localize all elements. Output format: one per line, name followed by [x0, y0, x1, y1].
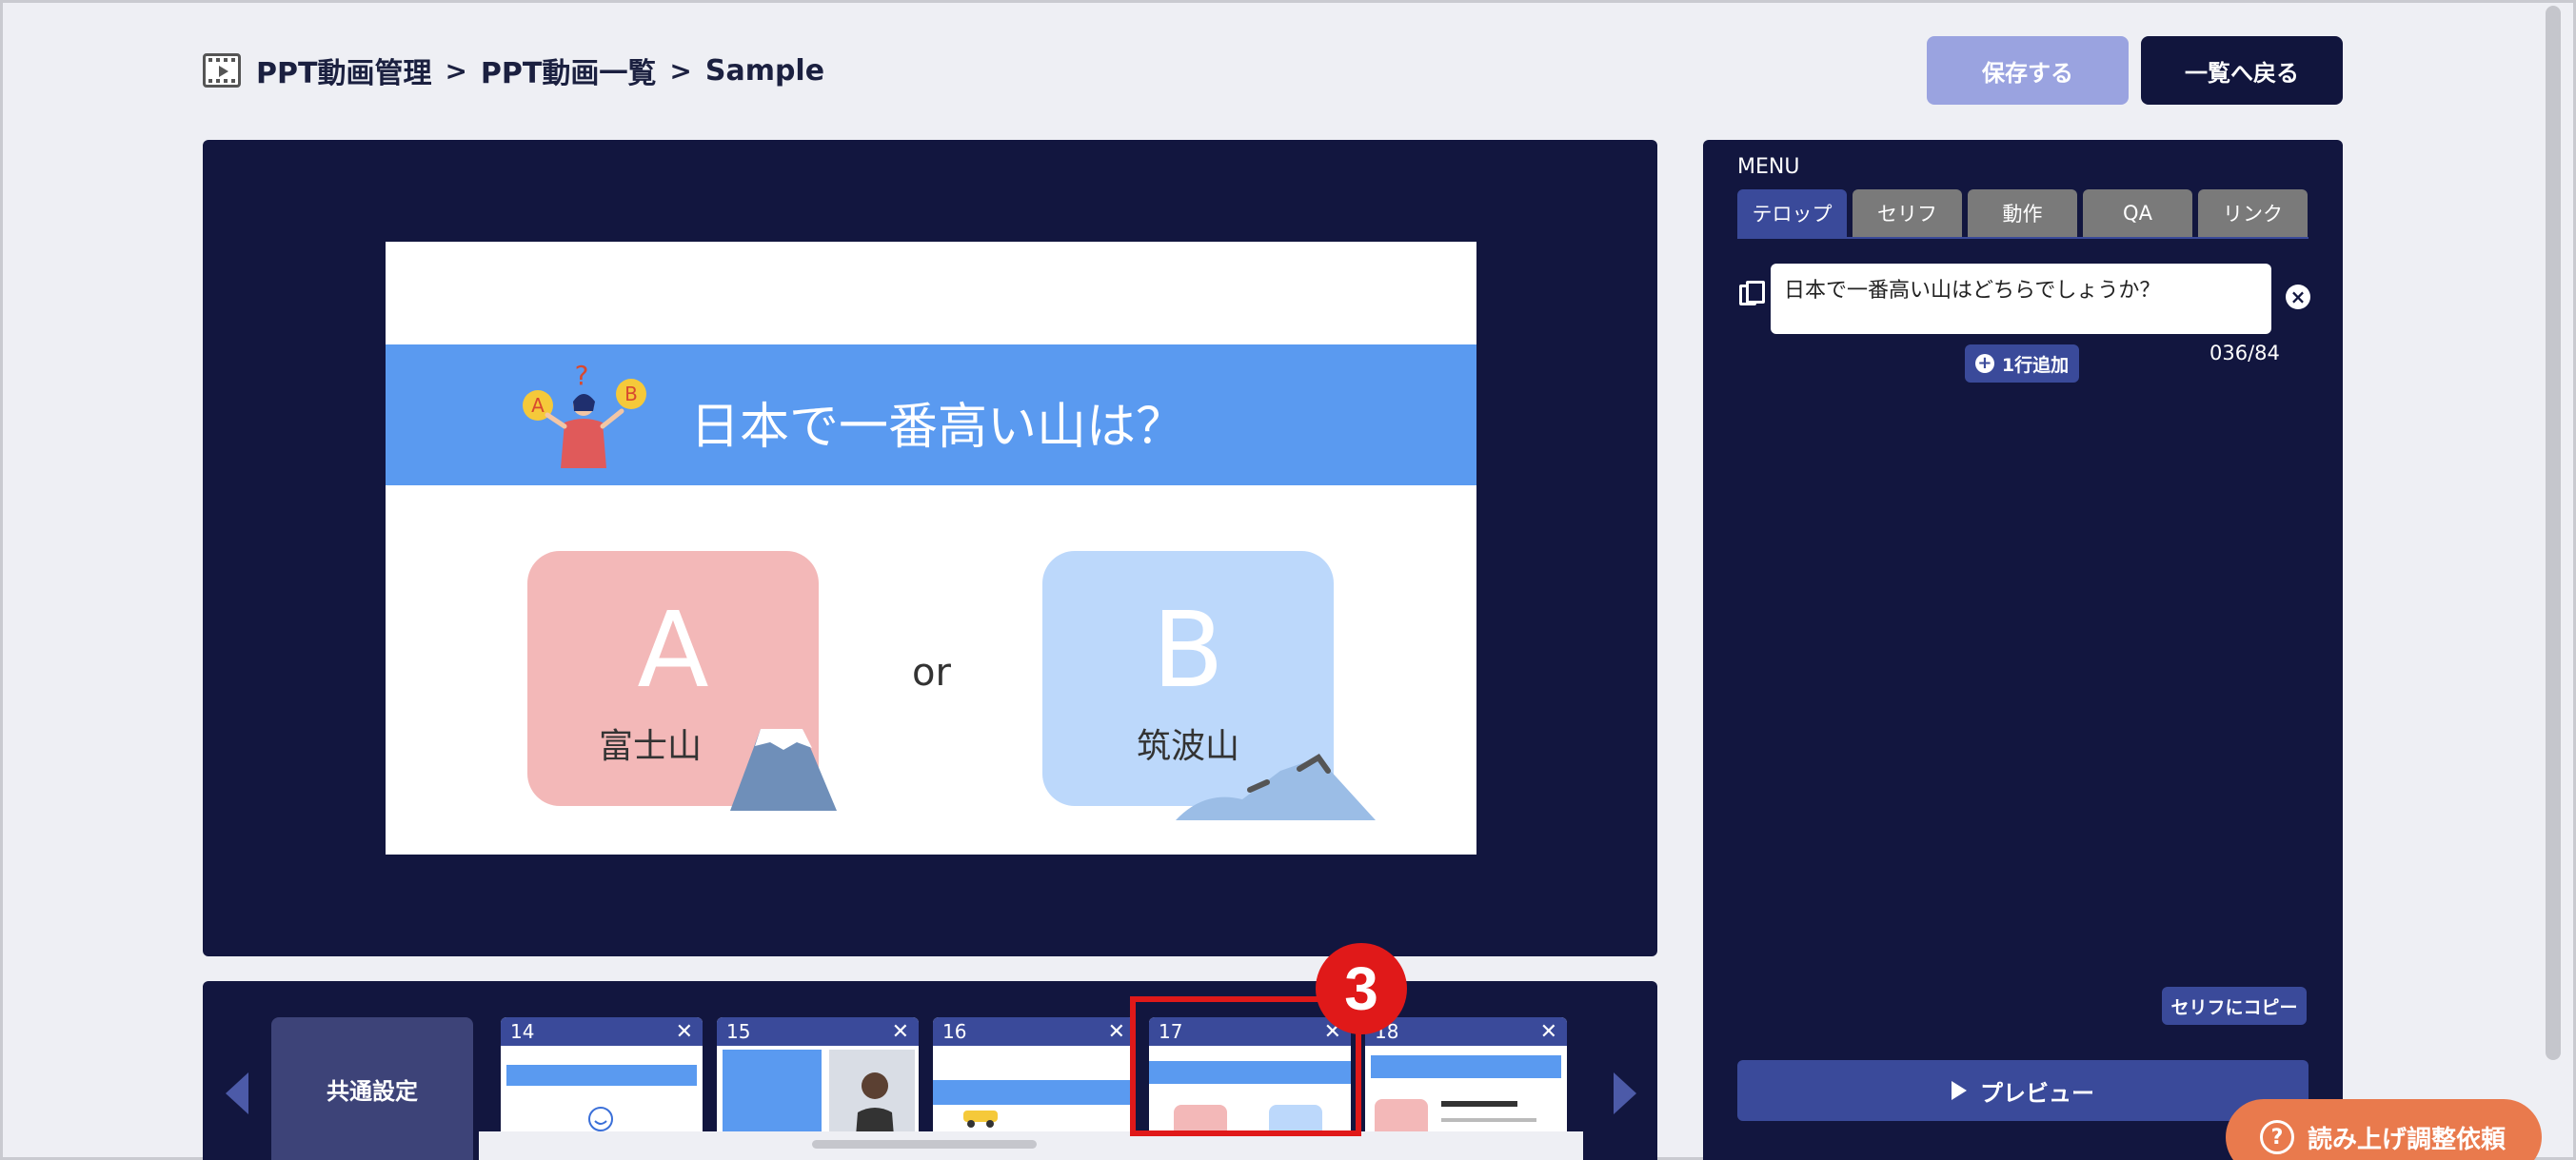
caption-text-input[interactable]: 日本で一番高い山はどちらでしょうか？ [1771, 264, 2271, 334]
save-button[interactable]: 保存する [1927, 36, 2129, 105]
filmstrip-scrollbar[interactable] [812, 1140, 1037, 1149]
step-number-badge: 3 [1316, 943, 1407, 1034]
thinking-person-icon: A B ? [523, 360, 646, 468]
copy-to-serif-button[interactable]: セリフにコピー [2162, 987, 2307, 1025]
preview-label: プレビュー [1980, 1079, 2094, 1107]
menu-panel: MENU テロップ セリフ 動作 QA リンク 日本で一番高い山はどちらでしょう… [1703, 140, 2343, 1160]
plus-circle-icon: + [1974, 354, 1994, 373]
slide-preview-stage: A B ? 日本で一番高い山は？ A 富士山 or B 筑波山 [203, 140, 1657, 956]
arrow-left-icon[interactable] [226, 1072, 248, 1114]
copy-icon[interactable] [1739, 281, 1765, 305]
breadcrumb: PPT動画管理 > PPT動画一覧 > Sample [203, 49, 824, 91]
option-b-letter: B [1152, 589, 1224, 711]
menu-tabs: テロップ セリフ 動作 QA リンク [1737, 189, 2308, 237]
reading-adjustment-request-button[interactable]: ? 読み上げ調整依頼 [2226, 1099, 2542, 1160]
breadcrumb-item-ppt-management[interactable]: PPT動画管理 [256, 49, 431, 91]
tab-link[interactable]: リンク [2198, 189, 2308, 237]
mount-fuji-icon [730, 729, 837, 811]
page-scrollbar[interactable] [2546, 6, 2561, 1060]
chevron-right-icon: > [669, 54, 692, 87]
breadcrumb-item-ppt-list[interactable]: PPT動画一覧 [481, 49, 656, 91]
play-icon [1952, 1081, 1967, 1100]
option-a-letter: A [637, 589, 709, 711]
reading-adjustment-label: 読み上げ調整依頼 [2308, 1125, 2507, 1154]
close-icon[interactable]: ✕ [676, 1020, 693, 1044]
chevron-right-icon: > [445, 54, 467, 87]
close-icon[interactable]: ✕ [1540, 1020, 1557, 1044]
tab-telop[interactable]: テロップ [1737, 189, 1847, 237]
smile-icon [588, 1107, 613, 1131]
svg-text:?: ? [575, 360, 589, 391]
slide-filmstrip: 共通設定 14 ✕ 15 ✕ 16 ✕ 17 ✕ 18 ✕ [203, 981, 1657, 1160]
close-icon[interactable]: ✕ [1108, 1020, 1125, 1044]
film-icon [203, 53, 241, 88]
common-settings-tile[interactable]: 共通設定 [271, 1017, 473, 1160]
mount-tsukuba-icon [1176, 754, 1376, 820]
slide-question-title: 日本で一番高い山は？ [690, 399, 1186, 456]
character-counter: 036/84 [2209, 342, 2280, 364]
clear-circle-icon[interactable]: × [2286, 285, 2310, 309]
add-line-label: 1行追加 [2001, 354, 2070, 376]
tab-action[interactable]: 動作 [1968, 189, 2077, 237]
help-icon: ? [2260, 1120, 2294, 1154]
breadcrumb-item-current: Sample [704, 53, 825, 88]
or-separator: or [912, 651, 951, 695]
svg-text:B: B [624, 383, 638, 405]
menu-title: MENU [1737, 155, 1800, 179]
close-icon[interactable]: ✕ [892, 1020, 909, 1044]
thumbnail-number: 14 [510, 1020, 535, 1043]
back-to-list-button[interactable]: 一覧へ戻る [2141, 36, 2343, 105]
slide-canvas: A B ? 日本で一番高い山は？ A 富士山 or B 筑波山 [386, 242, 1476, 855]
tab-underline [1737, 237, 2308, 239]
svg-text:A: A [531, 394, 545, 417]
thumbnail-number: 16 [942, 1020, 967, 1043]
tab-serif[interactable]: セリフ [1853, 189, 1962, 237]
tab-qa[interactable]: QA [2083, 189, 2192, 237]
add-line-button[interactable]: + 1行追加 [1965, 344, 2079, 383]
car-icon [963, 1111, 998, 1128]
arrow-right-icon[interactable] [1614, 1072, 1636, 1114]
preview-button[interactable]: プレビュー [1737, 1060, 2308, 1121]
thumbnail-number: 15 [726, 1020, 751, 1043]
